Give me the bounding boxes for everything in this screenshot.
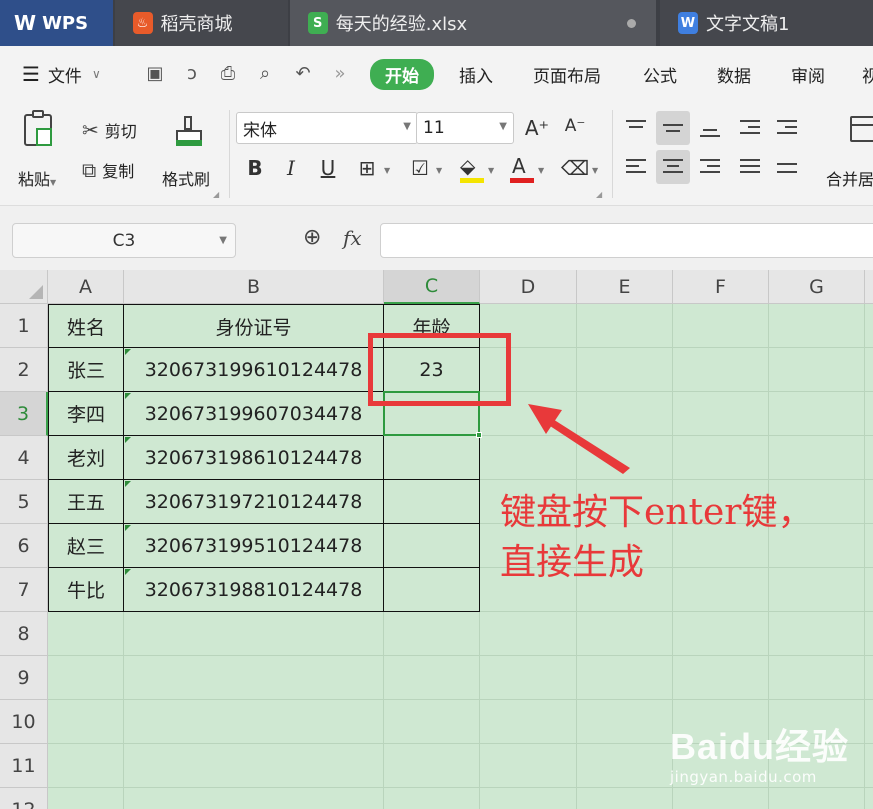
arrow-shaft: [544, 416, 630, 474]
annotation-line-2: 直接生成: [500, 542, 645, 583]
watermark-brand: Baidu经验: [670, 726, 850, 767]
watermark-url: jingyan.baidu.com: [670, 768, 817, 786]
baidu-watermark: Baidu经验 jingyan.baidu.com: [670, 718, 849, 786]
annotation-line-1: 键盘按下enter键，: [500, 492, 814, 533]
annotation-text: 键盘按下enter键， 直接生成: [500, 488, 813, 588]
annotation-arrow: [528, 404, 630, 474]
